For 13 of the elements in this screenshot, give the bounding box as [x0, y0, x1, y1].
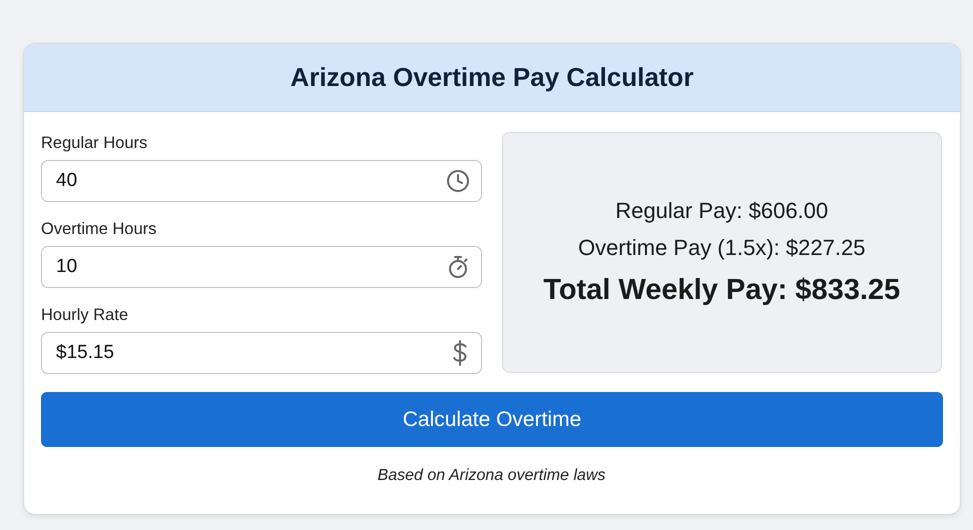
pay-line: Regular Pay: $606.00 — [615, 198, 828, 224]
calculate-button[interactable]: Calculate Overtime — [41, 392, 943, 447]
pay-line: Overtime Pay (1.5x): $227.25 — [578, 235, 866, 261]
footnote: Based on Arizona overtime laws — [378, 467, 606, 484]
calculator-title: Arizona Overtime Pay Calculator — [290, 62, 694, 93]
field-label: Regular Hours — [41, 134, 148, 154]
total-pay: Total Weekly Pay: $833.25 — [543, 274, 900, 307]
input-field[interactable]: 10 — [41, 246, 482, 288]
clock-icon — [446, 169, 470, 193]
field-label: Hourly Rate — [41, 306, 130, 326]
input-field[interactable]: $15.15 — [41, 332, 482, 374]
field-label: Overtime Hours — [41, 220, 158, 240]
input-field[interactable]: 40 — [41, 160, 482, 202]
